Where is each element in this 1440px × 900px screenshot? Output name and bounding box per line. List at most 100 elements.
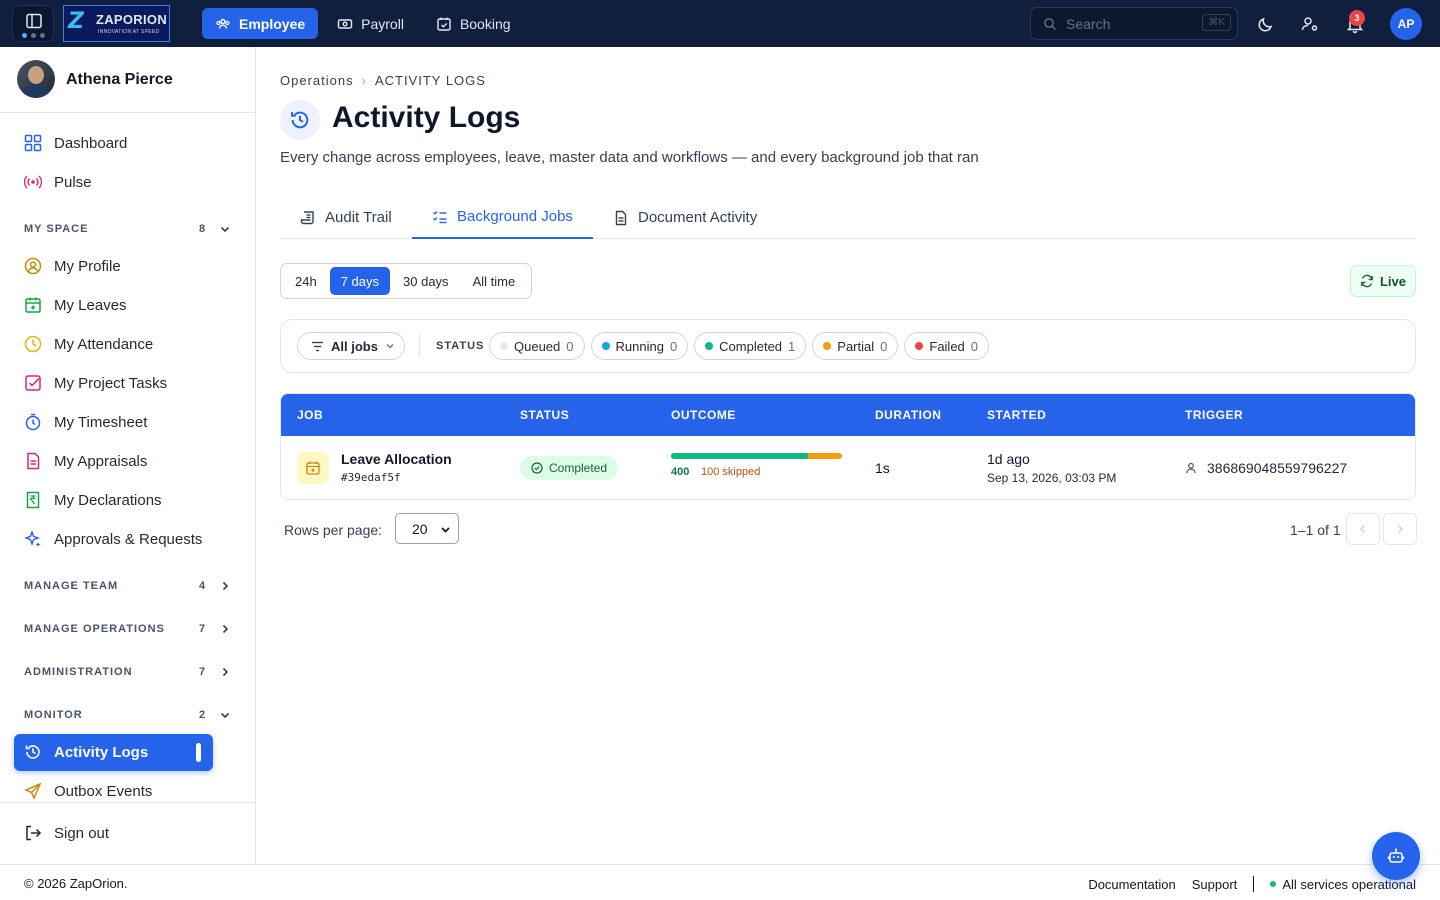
chip-partial[interactable]: Partial 0 [812,332,899,360]
section-manage-operations[interactable]: MANAGE OPERATIONS 7 [24,620,232,640]
chevron-left-icon [1359,524,1366,534]
grid-icon [24,134,42,152]
live-button[interactable]: Live [1350,265,1416,297]
sidebar-item-approvals-requests[interactable]: Approvals & Requests [14,521,213,558]
documentation-link[interactable]: Documentation [1088,877,1175,892]
column-header-duration[interactable]: DURATION [875,408,941,422]
next-page-button[interactable] [1383,513,1417,545]
job-icon [297,452,329,484]
column-header-trigger[interactable]: TRIGGER [1185,408,1243,422]
breadcrumb: Operations › ACTIVITY LOGS [280,73,486,88]
section-label: MANAGE TEAM [24,580,119,592]
sidebar-item-my-declarations[interactable]: My Declarations [14,482,213,519]
tab-audit-trail[interactable]: Audit Trail [280,196,412,239]
section-administration[interactable]: ADMINISTRATION 7 [24,663,232,683]
live-label: Live [1379,273,1406,289]
sidebar-item-dashboard[interactable]: Dashboard [14,125,213,162]
calendar-plus-icon [306,461,320,475]
sidebar-toggle-button[interactable] [12,5,54,42]
range-24h[interactable]: 24h [284,267,328,295]
chevron-down-icon [386,344,394,349]
nav-payroll[interactable]: Payroll [324,8,417,39]
range-30-days[interactable]: 30 days [392,267,460,295]
chip-completed[interactable]: Completed 1 [694,332,807,360]
sign-out-button[interactable]: Sign out [14,815,213,852]
support-link[interactable]: Support [1192,877,1238,892]
rows-per-page-select[interactable]: 20 [395,513,459,544]
user-circle-icon [24,257,42,275]
chip-count: 0 [880,338,888,354]
file-text-icon [615,210,627,225]
user-avatar-button[interactable]: AP [1390,8,1422,40]
time-range-selector: 24h 7 days 30 days All time [280,263,532,299]
section-label: ADMINISTRATION [24,666,133,678]
filter-icon [312,341,323,351]
user-settings-icon[interactable] [1300,14,1320,34]
chip-queued[interactable]: Queued 0 [489,332,585,360]
logout-icon [26,825,42,841]
tab-document-activity[interactable]: Document Activity [593,196,777,239]
section-count: 4 [199,580,206,592]
range-all-time[interactable]: All time [462,267,527,295]
job-filter-select[interactable]: All jobs [297,332,405,360]
section-label: MONITOR [24,709,83,721]
chip-count: 0 [669,338,678,354]
chip-running[interactable]: Running 0 [590,332,689,360]
nav-booking[interactable]: Booking [423,8,524,39]
sidebar-item-my-profile[interactable]: My Profile [14,248,213,285]
table-row[interactable]: Leave Allocation #39edaf5f Completed 400… [281,436,1415,499]
sidebar-item-label: Dashboard [54,135,128,152]
chip-label: Queued [514,338,561,354]
assistant-bot-button[interactable] [1372,832,1420,880]
avatar [17,60,55,98]
logo[interactable]: Z ZAPORION INNOVATION AT SPEED [63,5,170,42]
outcome-progress-bar [671,453,842,459]
column-header-status[interactable]: STATUS [520,408,569,422]
chevron-right-icon [222,581,229,591]
page-title: Activity Logs [332,101,521,134]
column-header-outcome[interactable]: OUTCOME [671,408,736,422]
sidebar-item-my-attendance[interactable]: My Attendance [14,326,213,363]
column-header-started[interactable]: STARTED [987,408,1046,422]
nav-employee[interactable]: Employee [202,8,319,39]
sidebar-item-my-project-tasks[interactable]: My Project Tasks [14,365,213,402]
column-header-job[interactable]: JOB [297,408,323,422]
document-icon [27,452,40,470]
section-label: MY SPACE [24,223,89,235]
breadcrumb-operations[interactable]: Operations [280,73,354,88]
copyright: © 2026 ZapOrion. [24,876,128,891]
rows-per-page-value: 20 [412,520,428,537]
sidebar-item-my-appraisals[interactable]: My Appraisals [14,443,213,480]
section-count: 7 [199,666,206,678]
user-card[interactable]: Athena Pierce [0,47,255,113]
status-dot [915,342,924,350]
sidebar-item-label: My Attendance [54,336,154,353]
search-icon [1044,18,1056,30]
job-filter-label: All jobs [331,338,378,354]
job-name[interactable]: Leave Allocation [341,451,452,467]
tab-background-jobs[interactable]: Background Jobs [412,196,593,239]
sidebar-item-label: My Declarations [54,492,162,509]
section-manage-team[interactable]: MANAGE TEAM 4 [24,577,232,597]
previous-page-button[interactable] [1346,513,1380,545]
moon-icon[interactable] [1256,14,1276,34]
status-dot [601,342,610,350]
history-icon [291,111,309,129]
job-id: #39edaf5f [341,471,401,484]
nav-employee-label: Employee [239,15,306,32]
chip-count: 0 [970,338,979,354]
section-monitor[interactable]: MONITOR 2 [24,706,232,726]
sidebar-item-activity-logs[interactable]: Activity Logs [14,734,213,771]
chip-failed[interactable]: Failed 0 [904,332,990,360]
bot-icon [1387,848,1405,863]
search-input[interactable]: Search ⌘K [1030,7,1238,40]
sidebar-item-pulse[interactable]: Pulse [14,164,213,201]
range-7-days[interactable]: 7 days [329,267,391,295]
sidebar-item-my-timesheet[interactable]: My Timesheet [14,404,213,441]
outcome-processed: 400 [671,466,690,478]
sidebar-item-my-leaves[interactable]: My Leaves [14,287,213,324]
tab-bar: Audit Trail Background Jobs Document Act… [280,196,1416,239]
sidebar-item-label: Approvals & Requests [54,531,203,548]
section-my-space[interactable]: MY SPACE 8 [24,220,232,240]
sidebar-item-label: My Project Tasks [54,375,168,392]
